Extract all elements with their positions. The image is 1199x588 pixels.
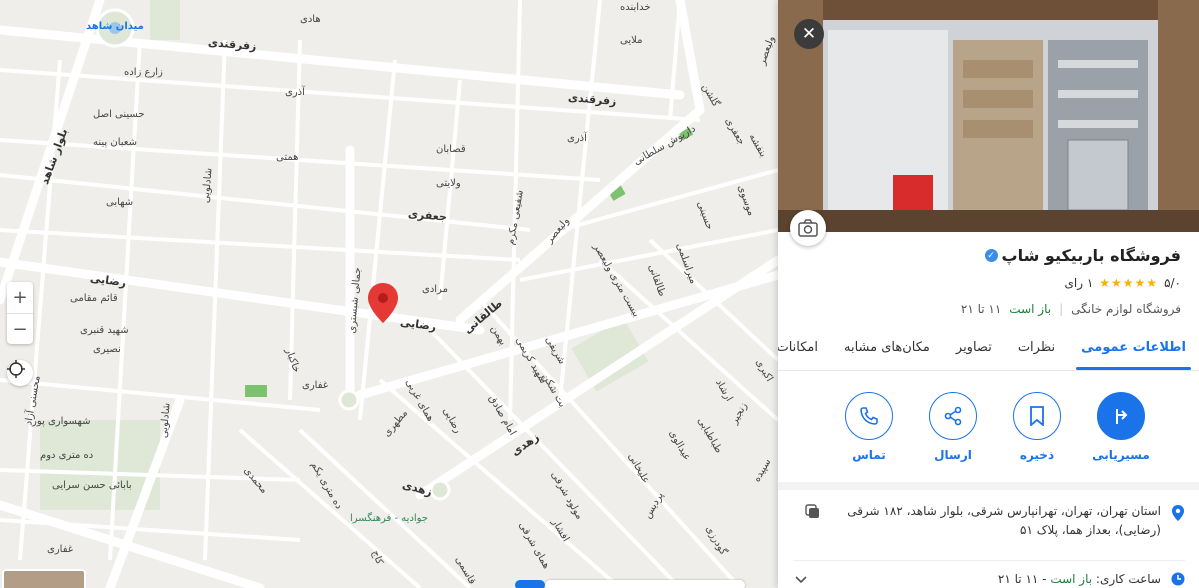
section-divider xyxy=(778,482,1199,490)
directions-button[interactable]: مسیریابی xyxy=(1091,392,1151,462)
tab-bar: اطلاعات عمومی نظرات تصاویر مکان‌های مشاب… xyxy=(778,330,1199,371)
street-label: شهسواری پور xyxy=(32,416,91,427)
place-details-panel: ✕ فروشگاه باربیکیو شاپ ✓ ۵/۰ ★★★★★ ۱ رای… xyxy=(778,0,1199,588)
hours-status: باز است xyxy=(1050,572,1093,586)
copy-icon[interactable] xyxy=(805,504,821,520)
address-text: استان تهران، تهران، تهرانپارس شرقی، بلوا… xyxy=(847,504,1161,537)
star-rating-icon: ★★★★★ xyxy=(1099,276,1159,290)
square-label: میدان شاهد xyxy=(86,21,144,32)
crosshair-icon xyxy=(7,360,25,378)
meta-row: فروشگاه لوازم خانگی | باز است ۱۱ تا ۲۱ xyxy=(961,302,1181,316)
street-label: ولایتی xyxy=(436,178,461,189)
hours-short: ۱۱ تا ۲۱ xyxy=(960,302,1002,316)
review-count: ۱ رای xyxy=(1064,276,1094,290)
street-label: هادی xyxy=(300,14,321,25)
add-photo-button[interactable] xyxy=(790,210,826,246)
tab-general-info[interactable]: اطلاعات عمومی xyxy=(1068,330,1199,370)
tab-photos[interactable]: تصاویر xyxy=(943,330,1005,370)
street-label: مرادی xyxy=(422,284,448,295)
hours-text: ساعت کاری: باز است - ۱۱ تا ۲۱ xyxy=(819,572,1161,586)
street-label: آذری xyxy=(285,87,305,98)
rating-value: ۵/۰ xyxy=(1164,276,1181,290)
camera-icon xyxy=(798,219,818,237)
street-label: حسینی اصل xyxy=(93,109,145,120)
place-photo[interactable]: ✕ xyxy=(778,0,1199,232)
rating-row[interactable]: ۵/۰ ★★★★★ ۱ رای xyxy=(1064,276,1181,290)
zoom-in-button[interactable]: + xyxy=(7,282,33,314)
place-title: فروشگاه باربیکیو شاپ ✓ xyxy=(984,246,1181,265)
street-label: ملایی xyxy=(620,35,643,46)
bottom-chip-bar[interactable] xyxy=(545,580,745,588)
street-label: شهابی xyxy=(106,197,134,208)
street-label: آذری xyxy=(567,133,587,144)
share-button[interactable]: ارسال xyxy=(923,392,983,462)
street-label: بابائی حسن سرایی xyxy=(52,480,132,491)
street-label: شهید قنبری xyxy=(80,325,129,336)
save-label: ذخیره xyxy=(1019,448,1055,462)
location-pin-icon[interactable] xyxy=(367,282,399,324)
share-label: ارسال xyxy=(934,448,972,462)
hours-label: ساعت کاری: xyxy=(1095,572,1161,586)
street-label: شعبان پینه xyxy=(93,137,137,148)
location-icon xyxy=(1172,505,1184,521)
tab-amenities[interactable]: امکانات ن xyxy=(778,330,831,370)
hours-row[interactable]: ساعت کاری: باز است - ۱۱ تا ۲۱ xyxy=(793,560,1185,588)
action-buttons: مسیریابی ذخیره ارسال تماس xyxy=(778,392,1199,472)
street-label: خدابنده xyxy=(620,2,651,13)
store-photo-image xyxy=(778,0,1199,232)
locate-me-button[interactable] xyxy=(7,360,33,386)
hours-value: - ۱۱ تا ۲۱ xyxy=(997,572,1047,586)
street-label: قصابان xyxy=(436,144,466,155)
clock-icon xyxy=(1171,572,1185,586)
bottom-chip-active[interactable] xyxy=(515,580,545,588)
open-status: باز است xyxy=(1009,302,1052,316)
street-label: همتی xyxy=(276,152,299,163)
layer-thumbnail[interactable] xyxy=(2,569,86,588)
call-label: تماس xyxy=(852,448,886,462)
place-name: فروشگاه باربیکیو شاپ xyxy=(1001,246,1181,265)
phone-icon xyxy=(860,407,878,425)
save-button[interactable]: ذخیره xyxy=(1007,392,1067,462)
street-label: غفاری xyxy=(302,380,328,391)
zoom-control: + − xyxy=(7,282,33,344)
street-label: نصیری xyxy=(93,344,121,355)
street-label: غفاری xyxy=(47,544,73,555)
chevron-down-icon[interactable] xyxy=(793,571,809,587)
address-row: استان تهران، تهران، تهرانپارس شرقی، بلوا… xyxy=(805,502,1185,540)
call-button[interactable]: تماس xyxy=(839,392,899,462)
verified-badge-icon: ✓ xyxy=(984,249,998,262)
close-icon: ✕ xyxy=(801,24,817,44)
directions-icon xyxy=(1116,409,1128,424)
place-category: فروشگاه لوازم خانگی xyxy=(1071,302,1181,316)
station-label: جوادیه - فرهنگسرا xyxy=(350,513,429,524)
street-label: زارع زاده xyxy=(124,67,163,78)
tab-similar-places[interactable]: مکان‌های مشابه xyxy=(831,330,943,370)
street-label: ده متری دوم xyxy=(40,450,94,461)
map-view[interactable]: زفرقندی زفرقندی هادی خدابنده ملایی ولیعص… xyxy=(0,0,778,588)
tab-reviews[interactable]: نظرات xyxy=(1005,330,1068,370)
zoom-out-button[interactable]: − xyxy=(7,314,33,345)
street-label: قائم مقامی xyxy=(70,293,118,304)
bookmark-icon xyxy=(1030,406,1044,426)
separator: | xyxy=(1059,302,1064,316)
directions-label: مسیریابی xyxy=(1092,448,1150,462)
close-button[interactable]: ✕ xyxy=(794,19,824,49)
share-icon xyxy=(944,406,962,426)
